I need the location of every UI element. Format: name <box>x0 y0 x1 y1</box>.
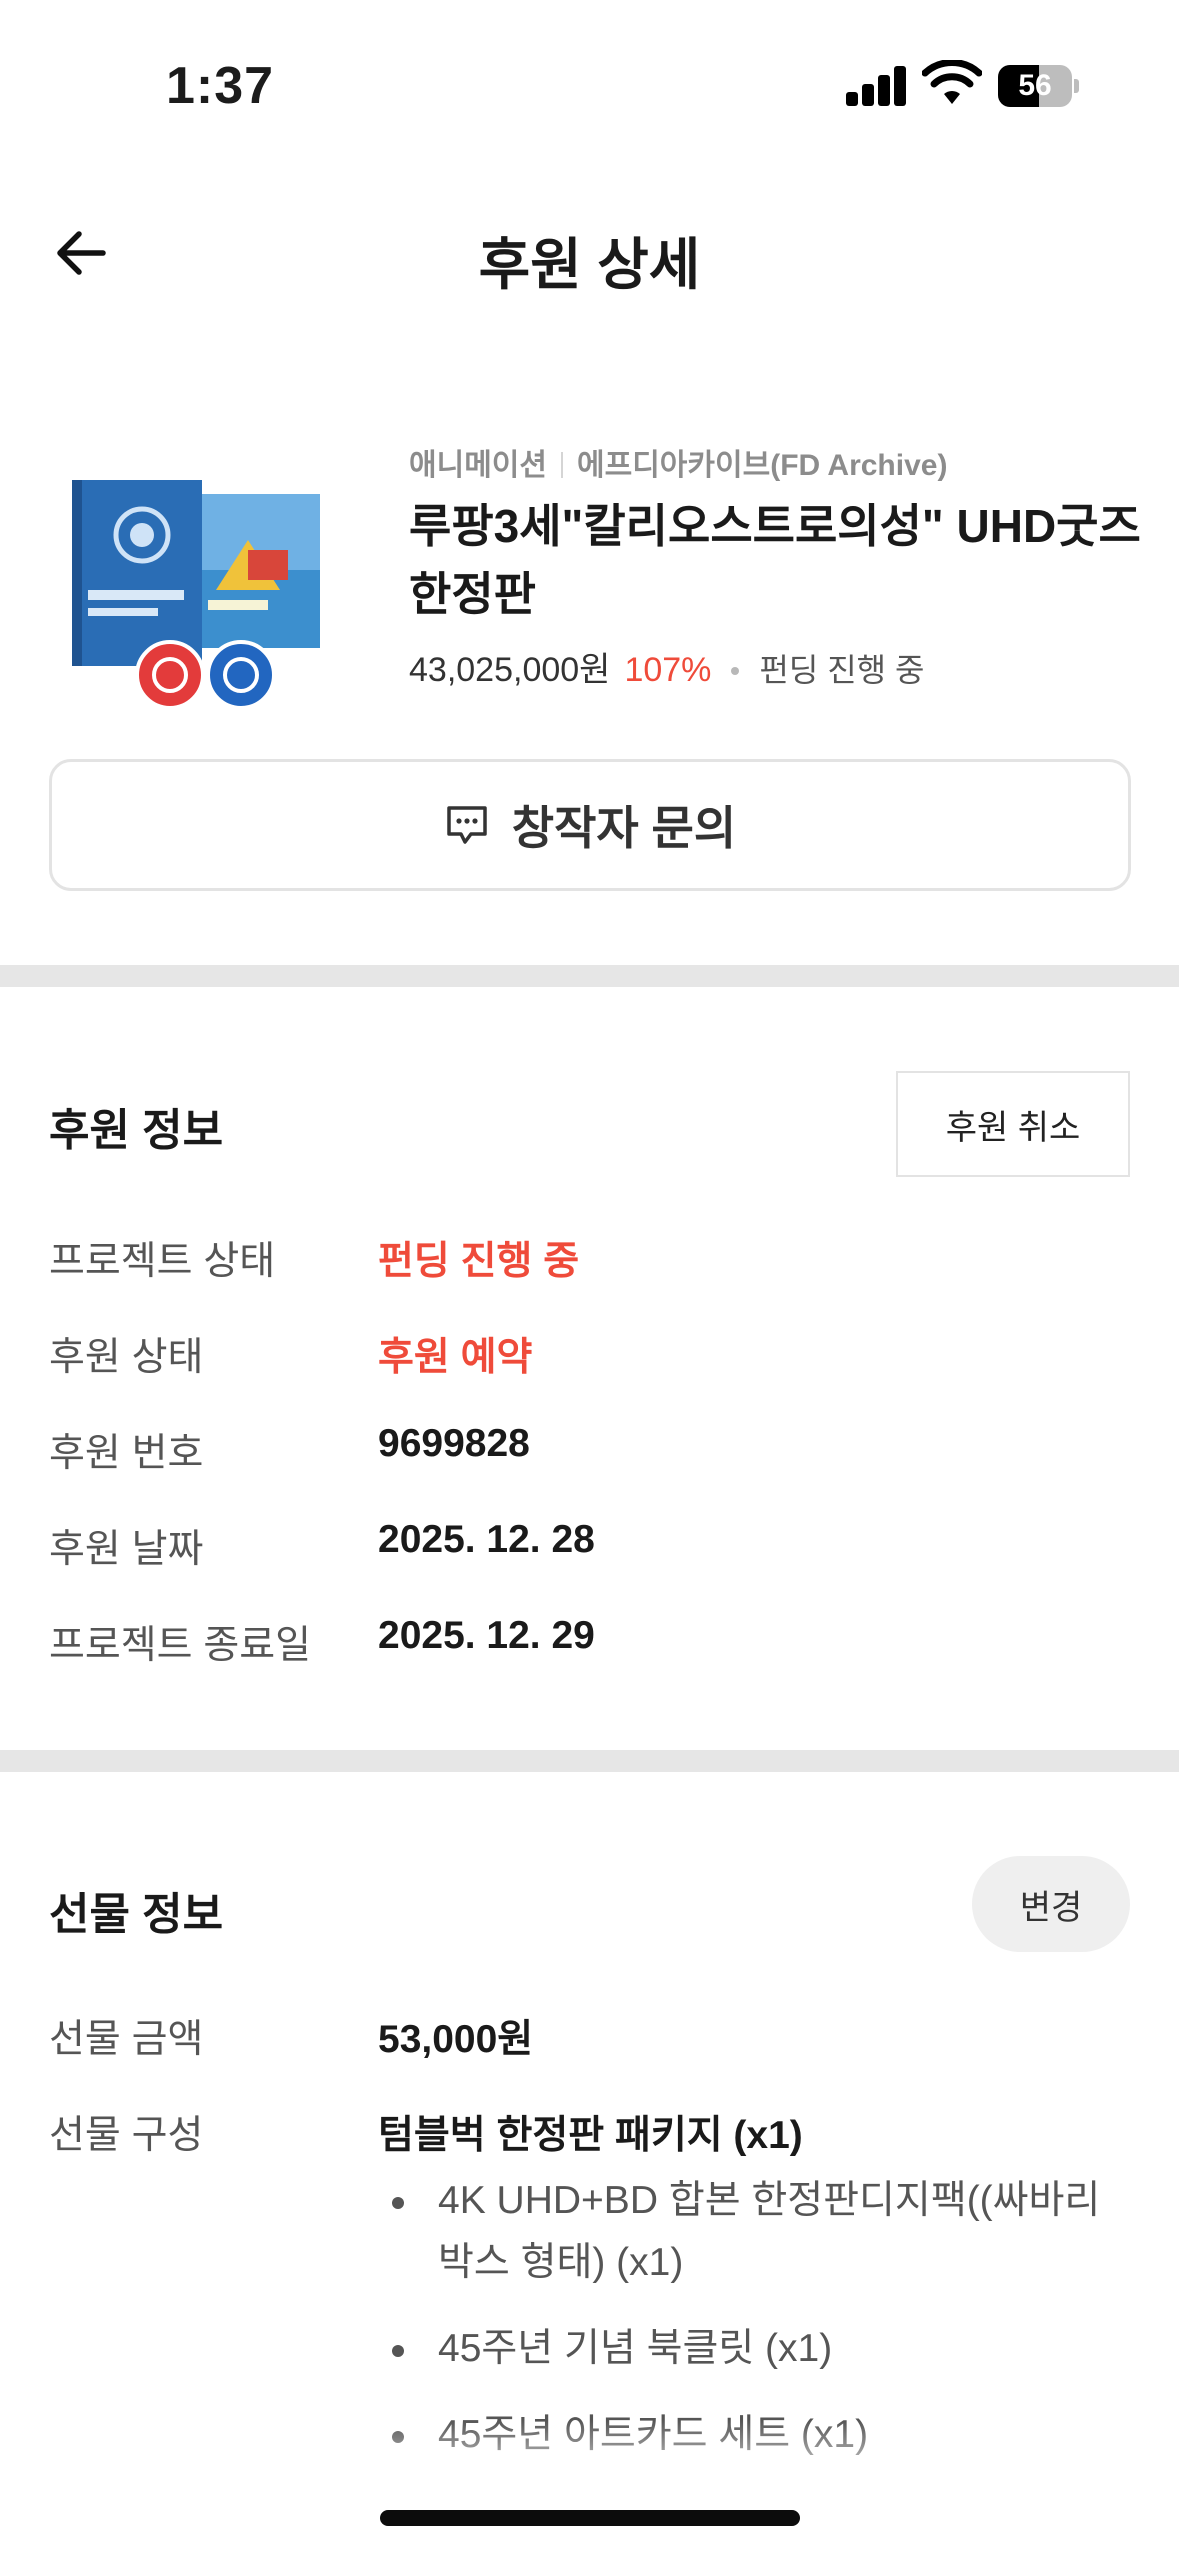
page-title: 후원 상세 <box>478 233 701 296</box>
battery-icon: 56 <box>998 65 1079 107</box>
battery-level: 56 <box>1018 69 1052 102</box>
bottom-fade <box>0 2420 1179 2556</box>
row-label: 프로젝트 종료일 <box>49 1624 311 1667</box>
section-divider <box>0 1750 1179 1772</box>
cancel-support-button[interactable]: 후원 취소 <box>896 1071 1130 1177</box>
meta-separator <box>561 452 563 478</box>
chat-icon <box>447 806 487 844</box>
info-row-project-end-date: 프로젝트 종료일 2025. 12. 29 <box>49 1614 1131 1674</box>
funding-status: 펀딩 진행 중 <box>759 652 925 688</box>
creator-inquiry-button[interactable]: 창작자 문의 <box>49 759 1131 891</box>
support-info-title: 후원 정보 <box>49 1106 224 1155</box>
project-category: 애니메이션 <box>409 449 547 482</box>
reward-amount-row: 선물 금액 53,000원 <box>49 2008 1131 2068</box>
row-value: 후원 예약 <box>378 1336 533 1379</box>
row-value: 53,000원 <box>378 2018 534 2061</box>
row-label: 선물 구성 <box>49 2114 204 2157</box>
funding-amount: 43,025,000원 <box>409 651 611 689</box>
change-reward-button[interactable]: 변경 <box>972 1856 1130 1952</box>
project-stats: 43,025,000원 107% 펀딩 진행 중 <box>409 642 924 691</box>
reward-composition-row: 선물 구성 텀블벅 한정판 패키지 (x1) <box>49 2104 1131 2164</box>
home-indicator[interactable] <box>380 2510 800 2526</box>
row-label: 프로젝트 상태 <box>49 1240 276 1283</box>
section-divider <box>0 965 1179 987</box>
wifi-icon <box>922 60 982 104</box>
project-title-line1: 루팡3세"칼리오스트로의성" UHD굿즈 <box>409 500 1141 552</box>
project-card[interactable]: 애니메이션 에프디아카이브(FD Archive) 루팡3세"칼리오스트로의성" … <box>0 430 1179 720</box>
row-value: 펀딩 진행 중 <box>378 1240 580 1283</box>
reward-info-title: 선물 정보 <box>49 1890 224 1939</box>
list-item: 4K UHD+BD 합본 한정판디지팩((싸바리 박스 형태) (x1) <box>378 2170 1138 2294</box>
project-thumbnail[interactable] <box>58 450 338 720</box>
info-row-support-date: 후원 날짜 2025. 12. 28 <box>49 1518 1131 1578</box>
row-label: 후원 상태 <box>49 1336 204 1379</box>
status-bar: 1:37 56 <box>0 0 1179 170</box>
row-label: 후원 번호 <box>49 1432 204 1475</box>
project-title[interactable]: 루팡3세"칼리오스트로의성" UHD굿즈 한정판 <box>409 492 1149 628</box>
cellular-signal-icon <box>846 66 908 106</box>
row-value: 2025. 12. 28 <box>378 1518 595 1561</box>
row-label: 선물 금액 <box>49 2018 204 2061</box>
row-value: 9699828 <box>378 1422 530 1465</box>
row-value: 2025. 12. 29 <box>378 1614 595 1657</box>
project-meta: 애니메이션 에프디아카이브(FD Archive) <box>409 440 947 484</box>
creator-inquiry-label: 창작자 문의 <box>511 802 737 854</box>
row-label: 후원 날짜 <box>49 1528 204 1571</box>
status-time: 1:37 <box>166 57 275 115</box>
info-row-project-status: 프로젝트 상태 펀딩 진행 중 <box>49 1230 1131 1290</box>
info-row-support-status: 후원 상태 후원 예약 <box>49 1326 1131 1386</box>
project-title-line2: 한정판 <box>409 568 536 620</box>
stats-dot <box>731 667 740 675</box>
reward-package-name: 텀블벅 한정판 패키지 (x1) <box>378 2114 803 2157</box>
list-item: 45주년 기념 북클릿 (x1) <box>378 2318 1138 2380</box>
page-header: 후원 상세 <box>0 190 1179 320</box>
info-row-support-number: 후원 번호 9699828 <box>49 1422 1131 1482</box>
project-creator[interactable]: 에프디아카이브(FD Archive) <box>577 449 947 482</box>
funding-percent: 107% <box>624 651 712 689</box>
